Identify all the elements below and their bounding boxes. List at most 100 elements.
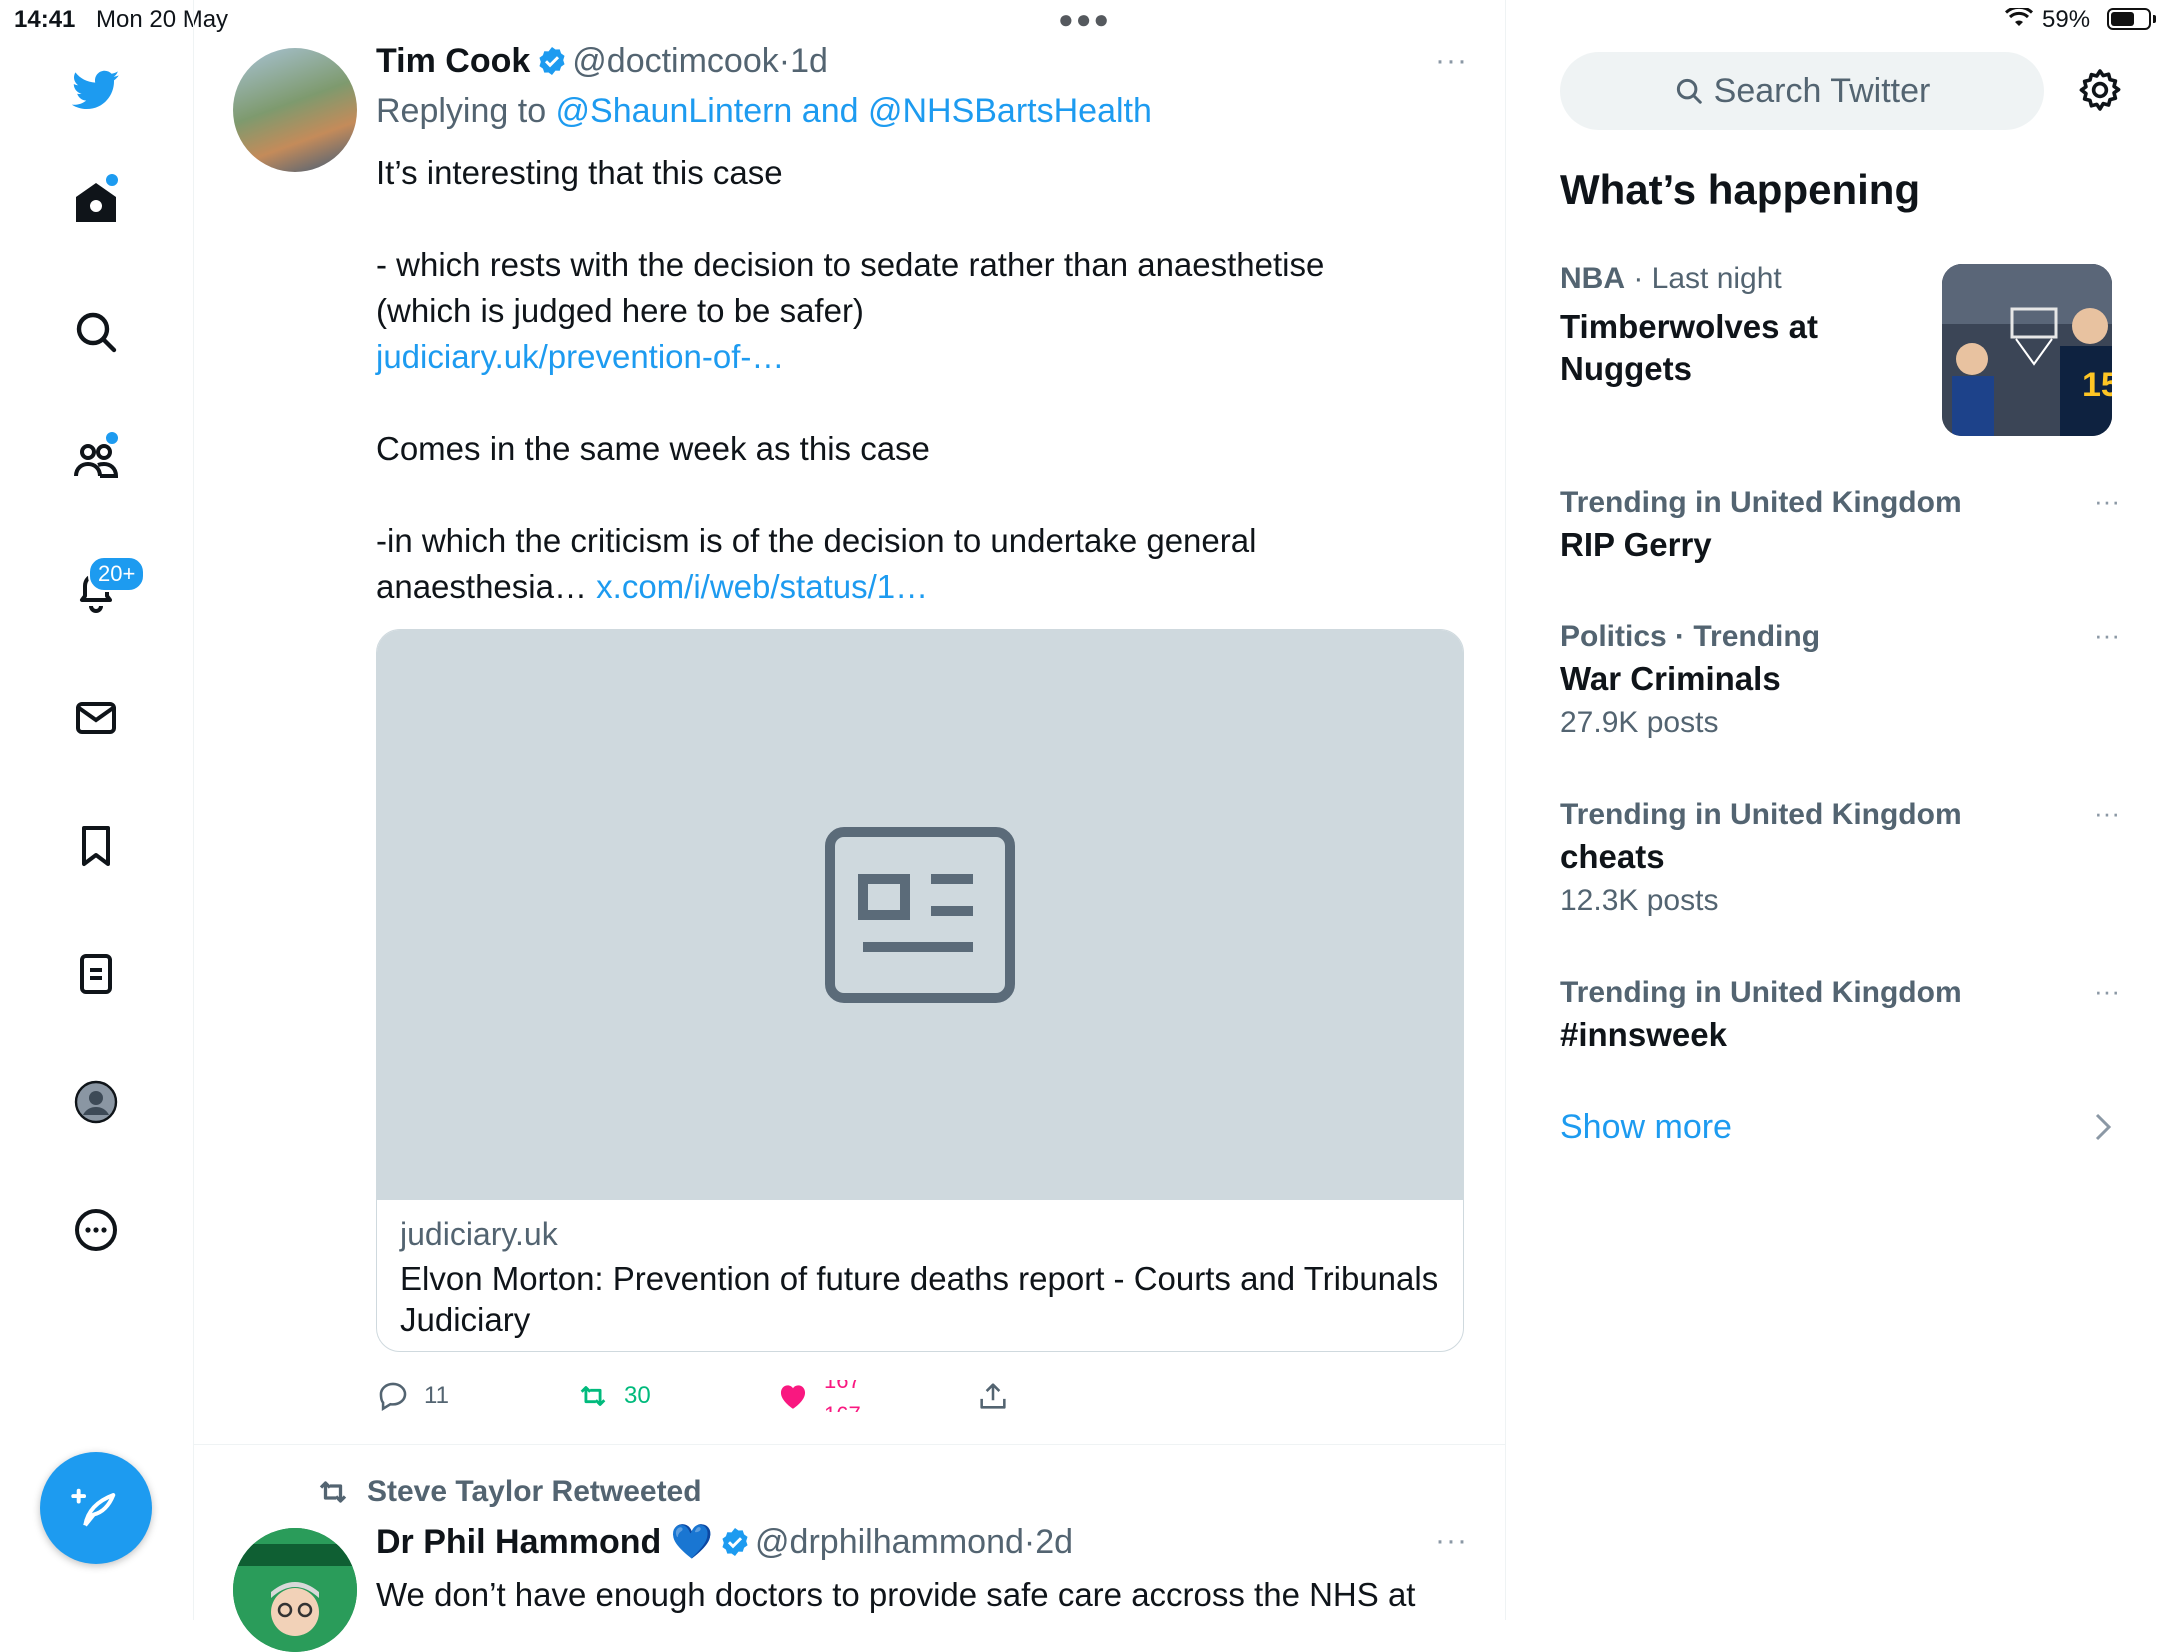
whats-happening-title: What’s happening xyxy=(1560,166,1921,213)
retweet-icon xyxy=(580,1386,606,1406)
trend-more-icon[interactable]: ··· xyxy=(2094,620,2120,651)
like-count-new: 167 xyxy=(824,1402,861,1412)
nav-explore[interactable] xyxy=(56,292,136,372)
timeline: Tim Cook @doctimcook·1d ··· Replying to @… xyxy=(193,0,1506,1652)
trend-more-icon[interactable]: ··· xyxy=(2094,486,2120,517)
share-icon xyxy=(980,1383,1006,1409)
tweet-separator: · xyxy=(1023,1523,1036,1561)
nav-home[interactable] xyxy=(56,162,136,242)
trend-name: Timberwolves at Nuggets xyxy=(1560,308,1818,387)
trend-meta: Trending in United Kingdom xyxy=(1560,798,1962,831)
tweet-link[interactable]: x.com/i/web/status/1… xyxy=(596,568,928,605)
basketball-photo-icon: 15 xyxy=(1942,264,2112,436)
card-title: Elvon Morton: Prevention of future death… xyxy=(400,1260,1439,1338)
trend-count: 12.3K posts xyxy=(1560,884,1719,917)
communities-unread-dot xyxy=(104,430,120,446)
replying-to: Replying to @ShaunLintern and @NHSBartsH… xyxy=(376,92,1152,131)
blue-heart-emoji: 💙 xyxy=(670,1523,714,1561)
tweet-text: It’s interesting that this case - which … xyxy=(376,150,1376,610)
tweet-author-handle[interactable]: @doctimcook xyxy=(572,42,778,80)
compose-tweet-button[interactable] xyxy=(40,1452,152,1564)
tweet-more-icon[interactable]: ··· xyxy=(1435,1524,1468,1558)
nav-more[interactable] xyxy=(56,1190,136,1270)
tweet-link[interactable]: judiciary.uk/prevention-of-… xyxy=(376,338,784,375)
mail-icon xyxy=(76,702,116,734)
tweet-actions: 11 30 167 167 xyxy=(376,1374,1076,1418)
trend-item[interactable]: Politics · Trending War Criminals 27.9K … xyxy=(1560,620,2120,740)
compose-feather-icon xyxy=(71,1488,116,1527)
trend-item[interactable]: Trending in United Kingdom cheats 12.3K … xyxy=(1560,798,2120,918)
twitter-logo-icon[interactable] xyxy=(56,50,136,130)
gear-icon[interactable] xyxy=(2076,66,2124,114)
lists-icon xyxy=(80,954,112,994)
retweeted-by[interactable]: Steve Taylor Retweeted xyxy=(315,1474,702,1510)
notifications-badge: 20+ xyxy=(88,556,146,592)
trend-meta: Trending in United Kingdom xyxy=(1560,976,1962,1009)
tweet-timestamp[interactable]: 2d xyxy=(1035,1523,1073,1561)
trend-more-icon[interactable]: ··· xyxy=(2094,798,2120,829)
trend-more-icon[interactable]: ··· xyxy=(2094,976,2120,1007)
retweeted-by-label: Steve Taylor Retweeted xyxy=(367,1475,702,1508)
trend-name: cheats xyxy=(1560,838,1665,875)
trend-name: RIP Gerry xyxy=(1560,526,1712,563)
tweet-timestamp[interactable]: 1d xyxy=(790,42,828,80)
trend-count: 27.9K posts xyxy=(1560,706,1719,739)
trend-separator: · xyxy=(1625,262,1652,295)
nav-lists[interactable] xyxy=(56,934,136,1014)
share-button[interactable] xyxy=(976,1374,1024,1418)
link-preview-card[interactable]: judiciary.uk Elvon Morton: Prevention of… xyxy=(376,629,1464,1352)
nav-profile[interactable] xyxy=(56,1062,136,1142)
verified-badge-icon xyxy=(539,47,565,75)
tweet-divider xyxy=(193,1444,1505,1445)
card-domain: judiciary.uk xyxy=(400,1216,558,1252)
right-sidebar: Search Twitter What’s happening NBA · La… xyxy=(1506,0,2160,1620)
tweet-more-icon[interactable]: ··· xyxy=(1435,44,1468,78)
show-more-link[interactable]: Show more xyxy=(1560,1108,1732,1147)
trend-category: NBA xyxy=(1560,262,1625,295)
tweet-author-name[interactable]: Dr Phil Hammond xyxy=(376,1523,661,1561)
verified-badge-icon xyxy=(722,1528,748,1556)
search-icon xyxy=(1676,78,1702,104)
trend-when: Last night xyxy=(1651,262,1782,295)
reply-icon xyxy=(379,1382,407,1412)
like-count-old: 167 xyxy=(824,1380,861,1393)
trend-item[interactable]: Trending in United Kingdom #innsweek ··· xyxy=(1560,976,2120,1056)
tweet-author-name[interactable]: Tim Cook xyxy=(376,42,530,80)
tweet-author-handle[interactable]: @drphilhammond xyxy=(755,1523,1024,1561)
nav-communities[interactable] xyxy=(56,420,136,500)
doctor-doctor-logo-icon xyxy=(233,1528,357,1652)
tweet-line: It’s interesting that this case xyxy=(376,154,783,191)
retweet-button[interactable]: 30 xyxy=(576,1374,651,1418)
tweet-text: We don’t have enough doctors to provide … xyxy=(376,1576,1416,1613)
nav-messages[interactable] xyxy=(56,678,136,758)
retweet-count: 30 xyxy=(624,1382,651,1409)
replying-to-users[interactable]: @ShaunLintern and @NHSBartsHealth xyxy=(556,92,1152,130)
tweet-separator: · xyxy=(778,42,791,80)
retweet-icon xyxy=(319,1481,347,1503)
trend-meta: Politics · Trending xyxy=(1560,620,1821,653)
trend-name: War Criminals xyxy=(1560,660,1781,697)
tweet-author-avatar[interactable] xyxy=(233,48,357,172)
replying-to-prefix: Replying to xyxy=(376,92,556,130)
search-input[interactable]: Search Twitter xyxy=(1560,52,2044,130)
nav-bookmarks[interactable] xyxy=(56,806,136,886)
svg-text:15: 15 xyxy=(2082,366,2112,404)
tweet-author-avatar[interactable] xyxy=(233,1528,357,1652)
left-nav: 20+ xyxy=(0,0,194,1620)
reply-button[interactable]: 11 xyxy=(376,1374,449,1418)
card-media-placeholder xyxy=(377,630,1463,1200)
trend-thumbnail[interactable]: 15 xyxy=(1942,264,2112,436)
home-unread-dot xyxy=(104,172,120,188)
trend-name: #innsweek xyxy=(1560,1016,1727,1053)
like-count: 167 167 xyxy=(824,1380,864,1412)
trend-item[interactable]: Trending in United Kingdom RIP Gerry ··· xyxy=(1560,486,2120,566)
like-button[interactable]: 167 167 xyxy=(776,1374,864,1418)
trend-meta: Trending in United Kingdom xyxy=(1560,486,1962,519)
profile-avatar-icon xyxy=(74,1080,118,1124)
more-circle-icon xyxy=(75,1209,117,1251)
tweet-line: Comes in the same week as this case xyxy=(376,430,930,467)
chevron-right-icon[interactable] xyxy=(2092,1112,2114,1142)
reply-count: 11 xyxy=(424,1382,449,1409)
tweet-header: Tim Cook @doctimcook·1d xyxy=(376,42,828,81)
bookmark-icon xyxy=(82,826,110,866)
